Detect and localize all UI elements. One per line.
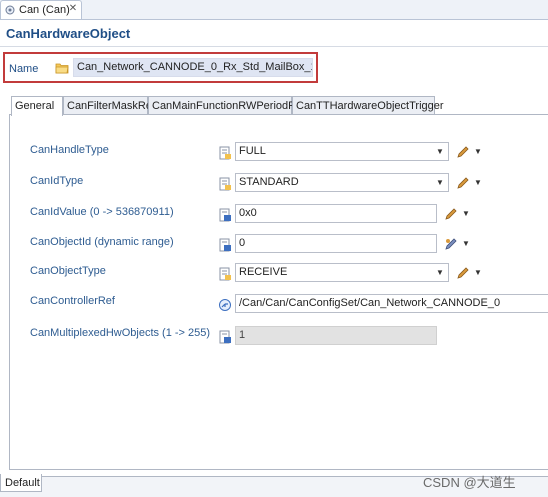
chevron-down-icon[interactable]: ▼: [435, 268, 445, 278]
pencil-icon[interactable]: [456, 145, 470, 159]
title-divider: [0, 46, 548, 47]
can-controller-ref-label: CanControllerRef: [30, 295, 115, 307]
folder-icon: [55, 63, 69, 74]
can-multiplexed-input: 1: [235, 326, 437, 345]
enum-param-icon: [219, 177, 231, 191]
chevron-down-icon[interactable]: ▼: [435, 147, 445, 157]
integer-param-icon: [219, 208, 231, 222]
close-icon[interactable]: ✕: [67, 3, 79, 15]
can-multiplexed-label: CanMultiplexedHwObjects (1 -> 255): [30, 327, 211, 339]
can-handle-type-value: FULL: [239, 145, 266, 157]
can-id-value-input[interactable]: 0x0: [235, 204, 437, 223]
editor-tabbar: [0, 0, 548, 20]
watermark: CSDN @大道生: [423, 475, 516, 490]
calculated-pencil-icon[interactable]: [444, 237, 458, 251]
enum-param-icon: [219, 146, 231, 160]
can-object-id-input[interactable]: 0: [235, 234, 437, 253]
tab-default[interactable]: Default: [0, 474, 42, 492]
pencil-icon[interactable]: [456, 176, 470, 190]
can-object-type-select[interactable]: RECEIVE ▼: [235, 263, 449, 282]
reference-icon: [219, 299, 231, 311]
can-module-icon: [5, 5, 15, 15]
can-id-value-label: CanIdValue (0 -> 536870911): [30, 206, 174, 218]
can-id-type-value: STANDARD: [239, 176, 299, 188]
dropdown-arrow-icon[interactable]: ▼: [474, 147, 482, 157]
editor-tab-label: Can (Can): [19, 4, 70, 16]
editor-tab-can[interactable]: Can (Can) ✕: [0, 0, 82, 19]
can-id-type-label: CanIdType: [30, 175, 84, 187]
dropdown-arrow-icon[interactable]: ▼: [474, 178, 482, 188]
pencil-icon[interactable]: [456, 266, 470, 280]
integer-param-icon: [219, 330, 231, 344]
can-id-type-select[interactable]: STANDARD ▼: [235, 173, 449, 192]
tab-canfiltermaskref[interactable]: CanFilterMaskRef: [63, 96, 155, 115]
dropdown-arrow-icon[interactable]: ▼: [462, 239, 470, 249]
integer-param-icon: [219, 238, 231, 252]
chevron-down-icon[interactable]: ▼: [435, 178, 445, 188]
name-label: Name: [9, 63, 39, 75]
pencil-icon[interactable]: [444, 207, 458, 221]
tab-general[interactable]: General: [11, 96, 63, 116]
name-field[interactable]: Can_Network_CANNODE_0_Rx_Std_MailBox_1: [73, 58, 313, 77]
general-tab-panel: [9, 114, 548, 470]
tab-canttHardwareobjecttrigger[interactable]: CanTTHardwareObjectTrigger: [292, 96, 444, 115]
dropdown-arrow-icon[interactable]: ▼: [462, 209, 470, 219]
can-controller-ref-input[interactable]: /Can/Can/CanConfigSet/Can_Network_CANNOD…: [235, 294, 548, 313]
can-object-type-value: RECEIVE: [239, 266, 288, 278]
enum-param-icon: [219, 267, 231, 281]
dropdown-arrow-icon[interactable]: ▼: [474, 268, 482, 278]
can-object-id-label: CanObjectId (dynamic range): [30, 236, 174, 248]
can-object-type-label: CanObjectType: [30, 265, 106, 277]
can-handle-type-select[interactable]: FULL ▼: [235, 142, 449, 161]
can-handle-type-label: CanHandleType: [30, 144, 109, 156]
page-title: CanHardwareObject: [6, 26, 131, 41]
tab-canmainfunctionrwperiodref[interactable]: CanMainFunctionRWPeriodRef: [148, 96, 305, 115]
